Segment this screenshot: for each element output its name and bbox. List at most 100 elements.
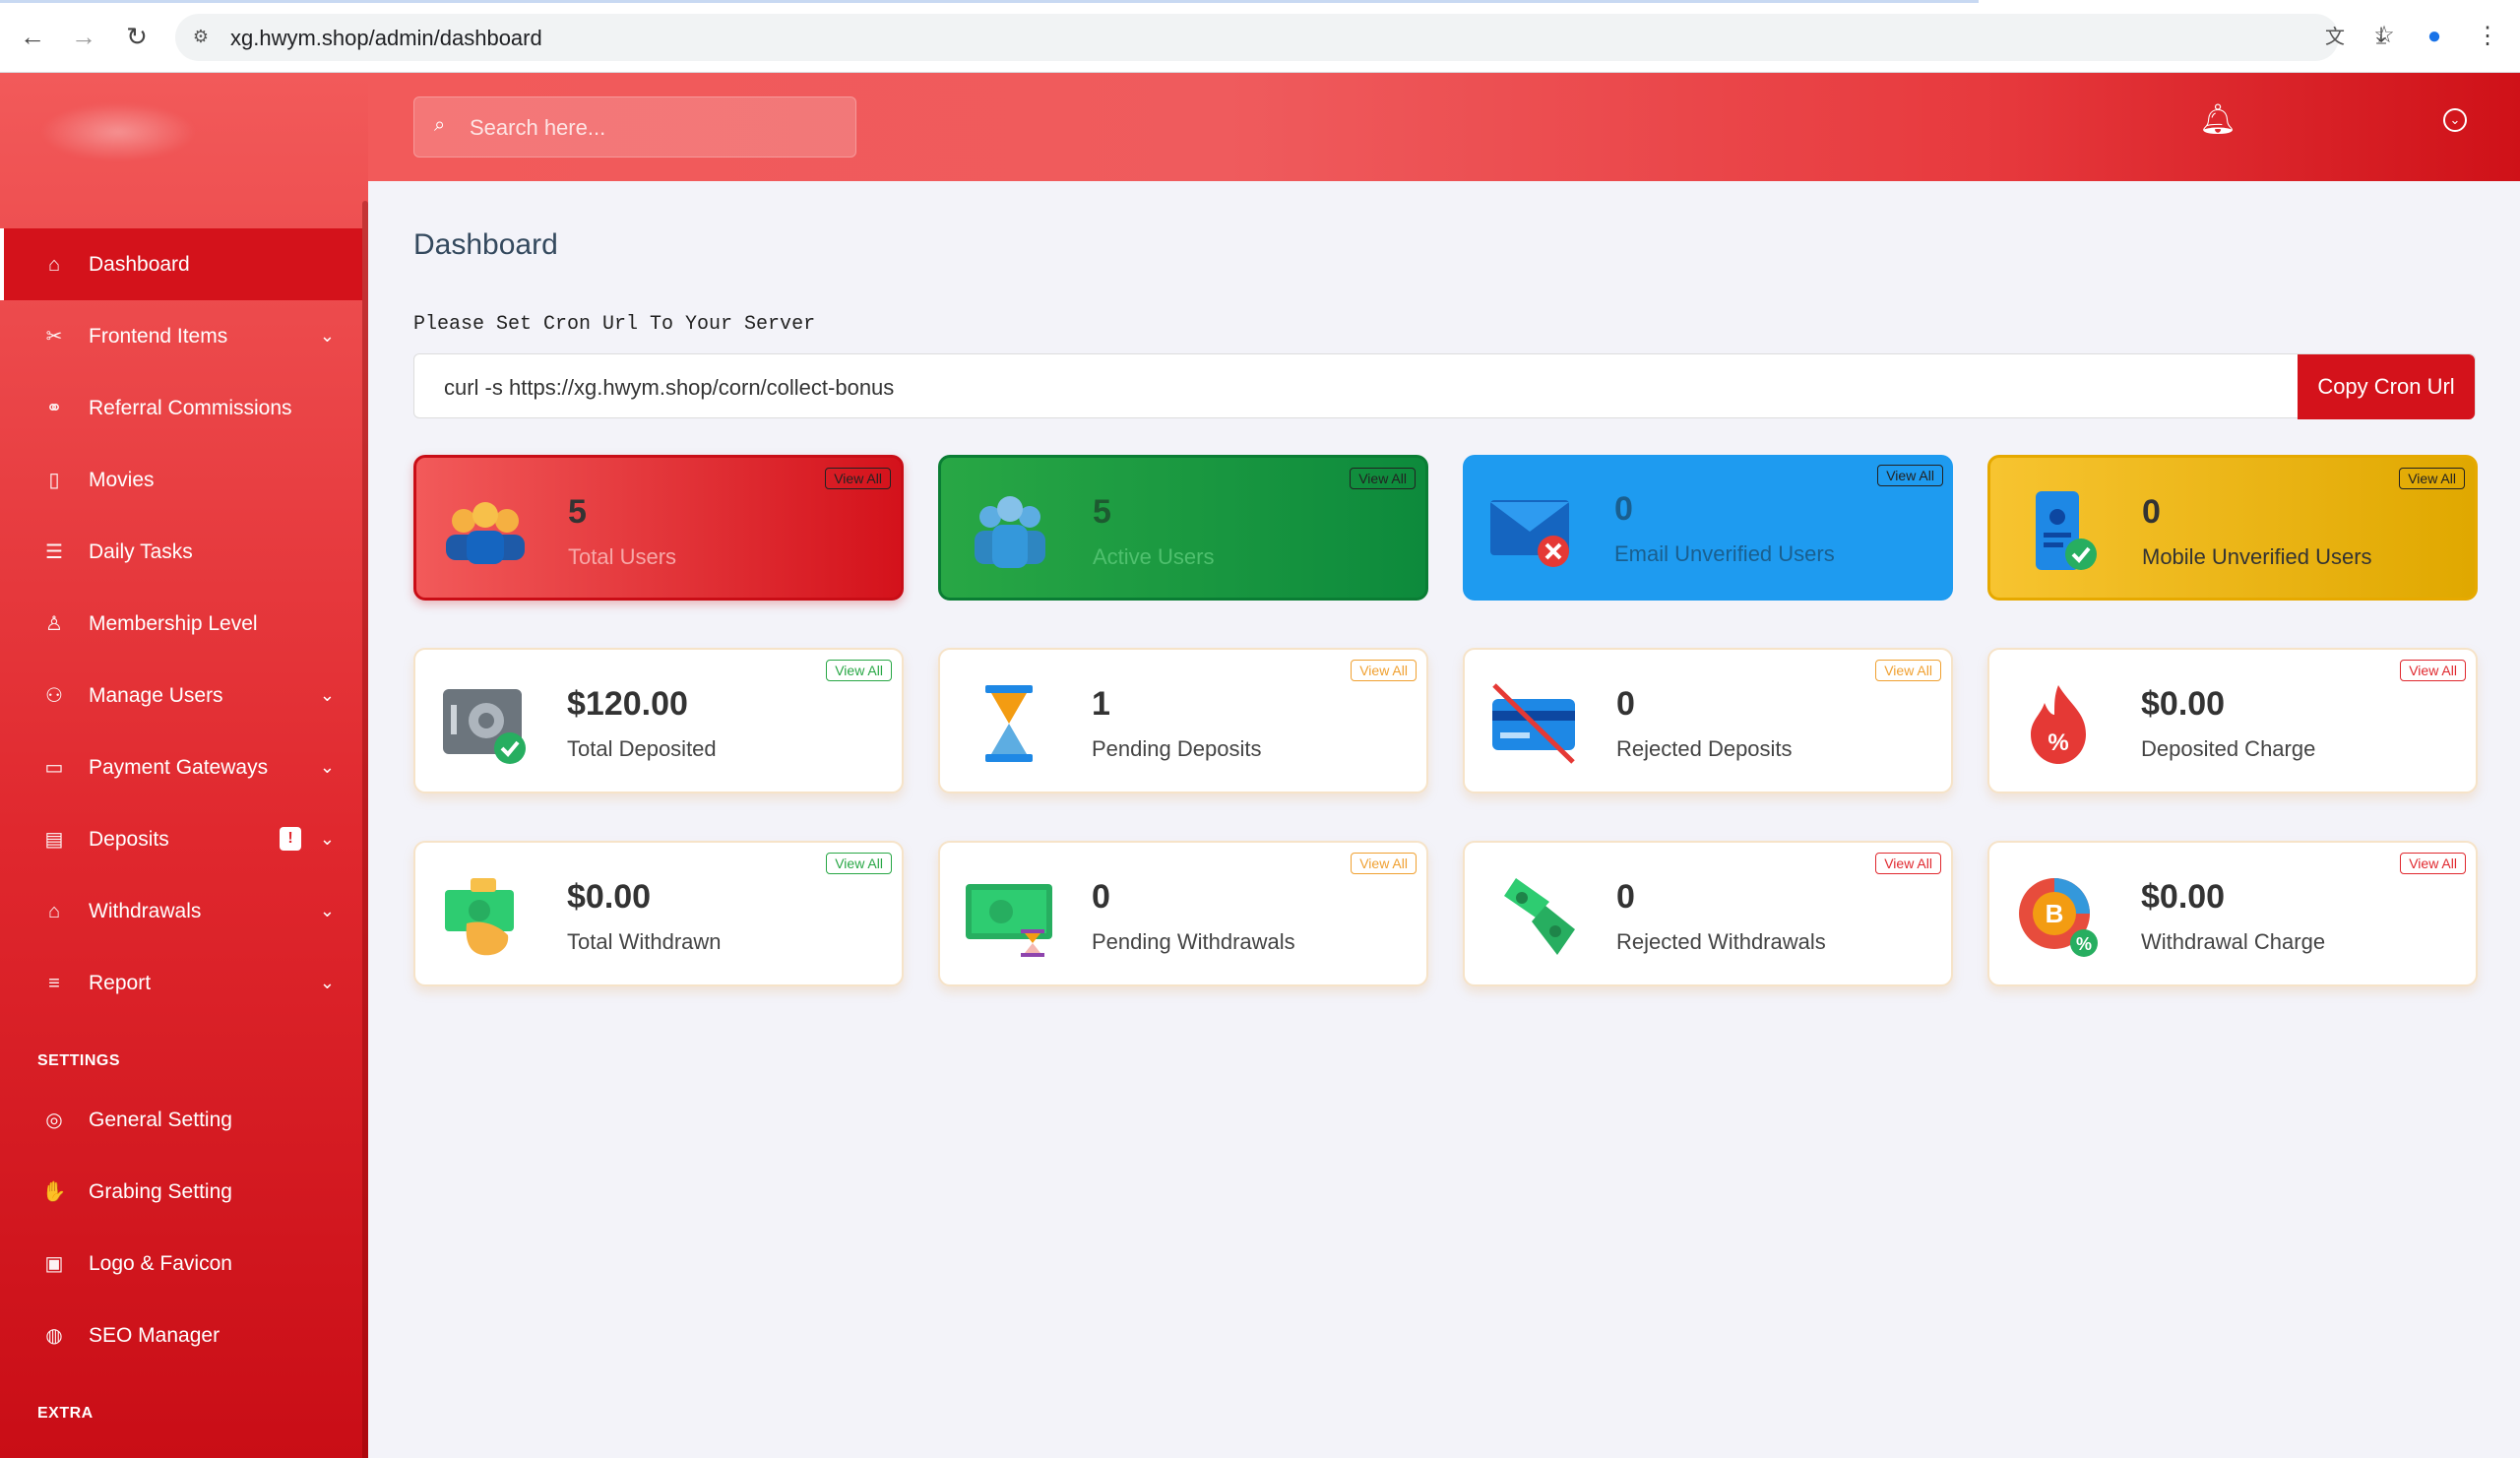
bitcoin-percent-icon: B % [2019,878,2098,957]
sidebar-item-daily-tasks[interactable]: ☰ Daily Tasks [0,516,362,588]
bank-icon: ⌂ [47,900,61,922]
top-navbar: ⌕ 🔔︎ ⌄ [368,73,2520,181]
site-info-icon[interactable]: ⚙ [189,25,213,48]
card-value: 5 [568,493,587,531]
sidebar: ⌂ Dashboard ✂ Frontend Items ⌄ ⚭ Referral Co… [0,73,368,1458]
alert-badge: ! [280,827,301,851]
view-all-link[interactable]: View All [825,468,891,489]
card-withdrawal-charge[interactable]: B % $0.00 Withdrawal Charge View All [1987,841,2478,986]
cron-url-value[interactable]: curl -s https://xg.hwym.shop/corn/collec… [444,375,894,401]
card-label: Pending Deposits [1092,736,1262,761]
view-all-link[interactable]: View All [1877,465,1943,486]
profile-dropdown-icon[interactable]: ⌄ [2443,108,2467,132]
card-value: 0 [1616,685,1635,723]
card-label: Mobile Unverified Users [2142,544,2372,569]
card-value: $0.00 [2141,878,2226,916]
cron-url-field[interactable]: curl -s https://xg.hwym.shop/corn/collec… [413,353,2476,419]
card-mobile-unverified[interactable]: 0 Mobile Unverified Users View All [1987,455,2478,601]
card-active-users[interactable]: 5 Active Users View All [938,455,1428,601]
sidebar-item-label: Movies [89,468,155,491]
torn-cash-icon [1504,878,1575,955]
extra-section-title: EXTRA [37,1405,94,1422]
sidebar-item-frontend-items[interactable]: ✂ Frontend Items ⌄ [0,300,362,372]
view-all-link[interactable]: View All [826,853,892,874]
sidebar-item-grabing-setting[interactable]: ✋ Grabing Setting [0,1156,362,1228]
sidebar-item-label: Grabing Setting [89,1179,232,1203]
sidebar-item-label: Manage Users [89,683,223,707]
badge-icon: ♙ [45,612,63,635]
chevron-down-icon: ⌄ [319,685,335,705]
notification-bell-icon[interactable]: 🔔︎ [2199,102,2236,140]
view-all-link[interactable]: View All [1351,660,1417,681]
hand-coin-icon: ✋ [41,1180,67,1203]
download-icon[interactable]: ⤓ [2366,22,2396,51]
page-title: Dashboard [413,228,558,261]
profile-icon[interactable]: ● [2420,22,2449,51]
card-value: $120.00 [567,685,688,723]
globe-icon: ◍ [45,1324,63,1347]
sidebar-item-deposits[interactable]: ▤ Deposits! ⌄ [0,803,362,875]
sidebar-item-label: Frontend Items [89,324,228,348]
card-email-unverified[interactable]: 0 Email Unverified Users View All [1463,455,1953,601]
view-all-link[interactable]: View All [826,660,892,681]
sidebar-menu: ⌂ Dashboard ✂ Frontend Items ⌄ ⚭ Referral Co… [0,228,362,1436]
hourglass-icon [985,685,1033,762]
sidebar-item-payment-gateways[interactable]: ▭ Payment Gateways ⌄ [0,731,362,803]
sidebar-item-general-setting[interactable]: ◎ General Setting [0,1084,362,1156]
search-input[interactable] [470,113,834,143]
card-pending-withdrawals[interactable]: 0 Pending Withdrawals View All [938,841,1428,986]
forward-icon[interactable]: → [69,22,98,51]
card-value: 0 [1616,878,1635,916]
search-box[interactable]: ⌕ [413,96,856,158]
card-value: 1 [1092,685,1110,723]
card-label: Deposited Charge [2141,736,2316,761]
cron-label: Please Set Cron Url To Your Server [413,313,816,336]
svg-text:B: B [2046,899,2064,928]
sidebar-item-logo-favicon[interactable]: ▣ Logo & Favicon [0,1228,362,1300]
menu-dots-icon[interactable]: ⋮ [2473,22,2502,51]
sidebar-item-label: General Setting [89,1108,232,1131]
url-text[interactable]: xg.hwym.shop/admin/dashboard [230,26,542,51]
view-all-link[interactable]: View All [2399,468,2465,489]
sidebar-item-manage-users[interactable]: ⚇ Manage Users ⌄ [0,660,362,731]
card-value: 0 [1614,490,1633,528]
view-all-link[interactable]: View All [1875,853,1941,874]
sidebar-item-dashboard[interactable]: ⌂ Dashboard [0,228,362,300]
sidebar-item-referral-commissions[interactable]: ⚭ Referral Commissions [0,372,362,444]
sidebar-item-membership-level[interactable]: ♙ Membership Level [0,588,362,660]
view-all-link[interactable]: View All [2400,660,2466,681]
card-total-deposited[interactable]: $120.00 Total Deposited View All [413,648,904,793]
users-group-icon [446,502,525,564]
card-deposited-charge[interactable]: % $0.00 Deposited Charge View All [1987,648,2478,793]
chevron-down-icon: ⌄ [319,829,335,849]
card-label: Total Users [568,544,677,569]
film-icon: ▯ [48,469,60,491]
copy-cron-url-button[interactable]: Copy Cron Url [2298,354,2475,419]
reload-icon[interactable]: ↻ [122,22,152,51]
card-rejected-withdrawals[interactable]: 0 Rejected Withdrawals View All [1463,841,1953,986]
mobile-unverified-icon [2036,491,2097,570]
sidebar-item-report[interactable]: ≡ Report ⌄ [0,947,362,1019]
view-all-link[interactable]: View All [2400,853,2466,874]
translate-icon[interactable]: 文 [2321,24,2349,51]
chevron-down-icon: ⌄ [319,326,335,346]
site-logo[interactable] [39,102,197,161]
svg-text:%: % [2076,934,2092,954]
card-label: Withdrawal Charge [2141,929,2326,954]
card-label: Total Deposited [567,736,717,761]
view-all-link[interactable]: View All [1875,660,1941,681]
sidebar-scrollbar[interactable] [362,201,368,1458]
sidebar-item-withdrawals[interactable]: ⌂ Withdrawals ⌄ [0,875,362,947]
card-rejected-deposits[interactable]: 0 Rejected Deposits View All [1463,648,1953,793]
address-bar[interactable]: ⚙ xg.hwym.shop/admin/dashboard 文 ☆ [175,14,2395,61]
users-icon: ⚇ [45,684,63,707]
sidebar-item-seo-manager[interactable]: ◍ SEO Manager [0,1300,362,1371]
card-total-users[interactable]: 5 Total Users View All [413,455,904,601]
back-icon[interactable]: ← [18,22,47,51]
view-all-link[interactable]: View All [1350,468,1416,489]
card-total-withdrawn[interactable]: $0.00 Total Withdrawn View All [413,841,904,986]
chevron-down-icon: ⌄ [319,757,335,777]
view-all-link[interactable]: View All [1351,853,1417,874]
sidebar-item-movies[interactable]: ▯ Movies [0,444,362,516]
card-pending-deposits[interactable]: 1 Pending Deposits View All [938,648,1428,793]
